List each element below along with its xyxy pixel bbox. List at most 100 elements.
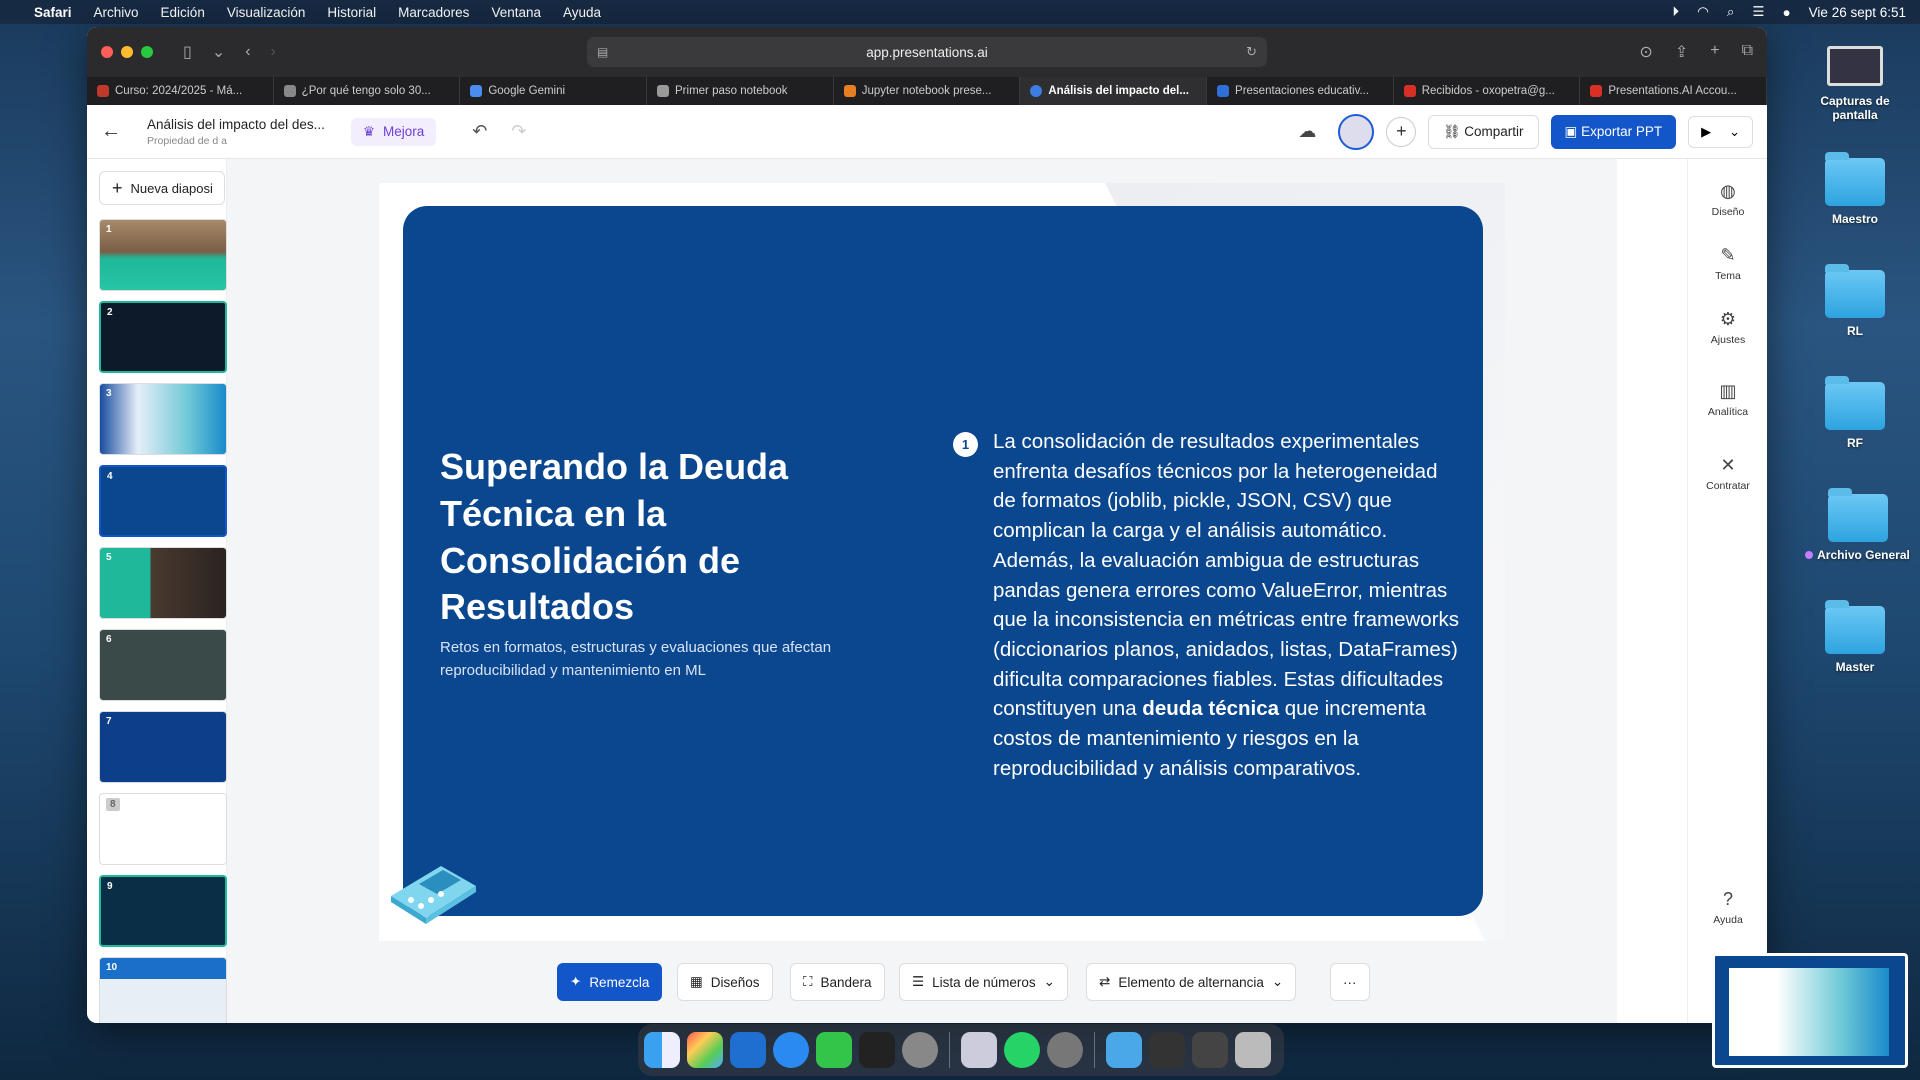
alternancia-dropdown[interactable]: ⇄ Elemento de alternancia ⌄ — [1086, 963, 1297, 1001]
desktop-icon-rl[interactable]: RL — [1800, 264, 1910, 338]
bandera-button[interactable]: ⛶ Bandera — [790, 963, 885, 1001]
remezcla-button[interactable]: ✦ Remezcla — [557, 963, 663, 1001]
forward-nav-icon[interactable]: › — [271, 43, 276, 61]
mejora-button[interactable]: ♛ Mejora — [350, 117, 437, 146]
tab-primer-paso[interactable]: Primer paso notebook — [647, 77, 834, 105]
redo-icon[interactable]: ↷ — [511, 121, 526, 142]
folder-icon — [1825, 152, 1885, 206]
tab-curso[interactable]: Curso: 2024/2025 - Má... — [87, 77, 274, 105]
lista-numeros-dropdown[interactable]: ☰ Lista de números ⌄ — [899, 963, 1068, 1001]
tab-presentations-account[interactable]: Presentations.AI Accou... — [1580, 77, 1767, 105]
menu-ventana[interactable]: Ventana — [491, 5, 541, 20]
clock[interactable]: Vie 26 sept 6:51 — [1809, 5, 1906, 20]
back-nav-icon[interactable]: ‹ — [245, 43, 250, 61]
tab-analisis[interactable]: Análisis del impacto del... — [1020, 77, 1208, 105]
rail-tema[interactable]: ✎ Tema — [1688, 245, 1767, 282]
control-center-icon[interactable]: ☰ — [1752, 4, 1764, 20]
menu-historial[interactable]: Historial — [327, 5, 376, 20]
rail-ayuda[interactable]: ? Ayuda — [1688, 889, 1767, 926]
tab-recibidos[interactable]: Recibidos - oxopetra@g... — [1394, 77, 1581, 105]
rail-contratar[interactable]: ✕ Contratar — [1688, 455, 1767, 492]
tab-presentaciones[interactable]: Presentaciones educativ... — [1207, 77, 1394, 105]
rail-analitica[interactable]: ▥ Analítica — [1688, 381, 1767, 418]
downloads-icon[interactable]: ⊙ — [1639, 42, 1652, 62]
share-button[interactable]: ⛓ Compartir — [1428, 114, 1539, 149]
present-button[interactable]: ▶ ⌄ — [1688, 115, 1753, 148]
slide-thumb-1[interactable]: 1 — [99, 219, 227, 291]
finder-icon[interactable] — [644, 1032, 680, 1068]
reload-icon[interactable]: ↻ — [1246, 44, 1257, 60]
tab-overview-icon[interactable]: ⧉ — [1742, 42, 1753, 62]
cloud-sync-icon[interactable]: ☁ — [1298, 121, 1316, 142]
slide-thumb-5[interactable]: 5 — [99, 547, 227, 619]
screenshot-preview-thumbnail[interactable] — [1712, 953, 1908, 1068]
downloads-folder-icon[interactable] — [1106, 1032, 1142, 1068]
doc-title[interactable]: Análisis del impacto del des... — [147, 117, 325, 132]
menu-marcadores[interactable]: Marcadores — [398, 5, 469, 20]
slide-thumb-6[interactable]: 6 — [99, 629, 227, 701]
slide-thumb-2[interactable]: 2 — [99, 301, 227, 373]
slide-4[interactable]: Superando la Deuda Técnica en la Consoli… — [391, 206, 1483, 924]
slide-body-text[interactable]: La consolidación de resultados experimen… — [993, 427, 1463, 784]
undo-icon[interactable]: ↶ — [472, 121, 487, 142]
siri-icon[interactable]: ● — [1783, 5, 1791, 20]
slide-thumb-10[interactable]: 10 — [99, 957, 227, 1023]
preview-icon[interactable] — [961, 1032, 997, 1068]
menu-visualizacion[interactable]: Visualización — [227, 5, 306, 20]
texshop-icon[interactable] — [1047, 1032, 1083, 1068]
rail-diseno[interactable]: ◍ Diseño — [1688, 181, 1767, 218]
slide-subtitle[interactable]: Retos en formatos, estructuras y evaluac… — [440, 636, 880, 683]
more-options-button[interactable]: ··· — [1330, 963, 1370, 1001]
add-collaborator-button[interactable]: + — [1386, 116, 1417, 147]
slide-thumb-3[interactable]: 3 — [99, 383, 227, 455]
avatar[interactable] — [1338, 113, 1375, 150]
launchpad-icon[interactable] — [687, 1032, 723, 1068]
page-settings-icon[interactable]: ▤ — [597, 45, 608, 59]
tab-jupyter[interactable]: Jupyter notebook prese... — [834, 77, 1021, 105]
desktop-icon-capturas[interactable]: Capturas de pantalla — [1800, 46, 1910, 122]
tab-por-que[interactable]: ¿Por qué tengo solo 30... — [274, 77, 461, 105]
slide-thumb-9[interactable]: 9 — [99, 875, 227, 947]
new-tab-icon[interactable]: + — [1710, 42, 1719, 62]
address-bar[interactable]: ▤ app.presentations.ai ↻ — [587, 37, 1267, 67]
slide-title[interactable]: Superando la Deuda Técnica en la Consoli… — [440, 444, 860, 631]
rail-ajustes[interactable]: ⚙ Ajustes — [1688, 309, 1767, 346]
disenos-button[interactable]: ▦ Diseños — [677, 963, 773, 1001]
desktop-icon-rf[interactable]: RF — [1800, 376, 1910, 450]
zoom-window-button[interactable] — [141, 46, 153, 58]
minimize-window-button[interactable] — [121, 46, 133, 58]
vscode-icon[interactable] — [730, 1032, 766, 1068]
menu-ayuda[interactable]: Ayuda — [563, 5, 601, 20]
trash-icon[interactable] — [1235, 1032, 1271, 1068]
brush-icon: ✎ — [1720, 245, 1736, 265]
desktop-icon-archivo-general[interactable]: Archivo General — [1795, 488, 1920, 562]
chevron-down-icon[interactable]: ⌄ — [1729, 124, 1740, 140]
menu-edicion[interactable]: Edición — [161, 5, 205, 20]
sidebar-toggle-icon[interactable]: ▯ — [183, 42, 192, 62]
play-status-icon[interactable]: ⏵ — [1672, 4, 1679, 20]
desktop-icon-maestro[interactable]: Maestro — [1800, 152, 1910, 226]
menu-app[interactable]: Safari — [34, 5, 72, 20]
whatsapp-icon[interactable] — [1004, 1032, 1040, 1068]
menu-archivo[interactable]: Archivo — [94, 5, 139, 20]
share-icon[interactable]: ⇪ — [1675, 42, 1688, 62]
tab-gemini[interactable]: Google Gemini — [460, 77, 648, 105]
slide-thumb-4[interactable]: 4 — [99, 465, 227, 537]
export-ppt-button[interactable]: ▣ Exportar PPT — [1550, 114, 1677, 149]
folder-icon — [1825, 600, 1885, 654]
system-settings-icon[interactable] — [902, 1032, 938, 1068]
safari-icon[interactable] — [773, 1032, 809, 1068]
recent-window-icon[interactable] — [1149, 1032, 1185, 1068]
back-arrow-icon[interactable]: ← — [101, 120, 121, 143]
slide-thumb-8[interactable]: 8 — [99, 793, 227, 865]
search-icon[interactable]: ⌕ — [1727, 4, 1735, 20]
chevron-down-icon[interactable]: ⌄ — [212, 42, 225, 62]
wifi-icon[interactable]: ◠ — [1697, 4, 1709, 20]
desktop-icon-master[interactable]: Master — [1800, 600, 1910, 674]
new-slide-button[interactable]: + Nueva diaposi — [99, 171, 225, 205]
facetime-icon[interactable] — [816, 1032, 852, 1068]
close-window-button[interactable] — [101, 46, 113, 58]
slide-thumb-7[interactable]: 7 — [99, 711, 227, 783]
recent-window-icon[interactable] — [1192, 1032, 1228, 1068]
terminal-icon[interactable] — [859, 1032, 895, 1068]
